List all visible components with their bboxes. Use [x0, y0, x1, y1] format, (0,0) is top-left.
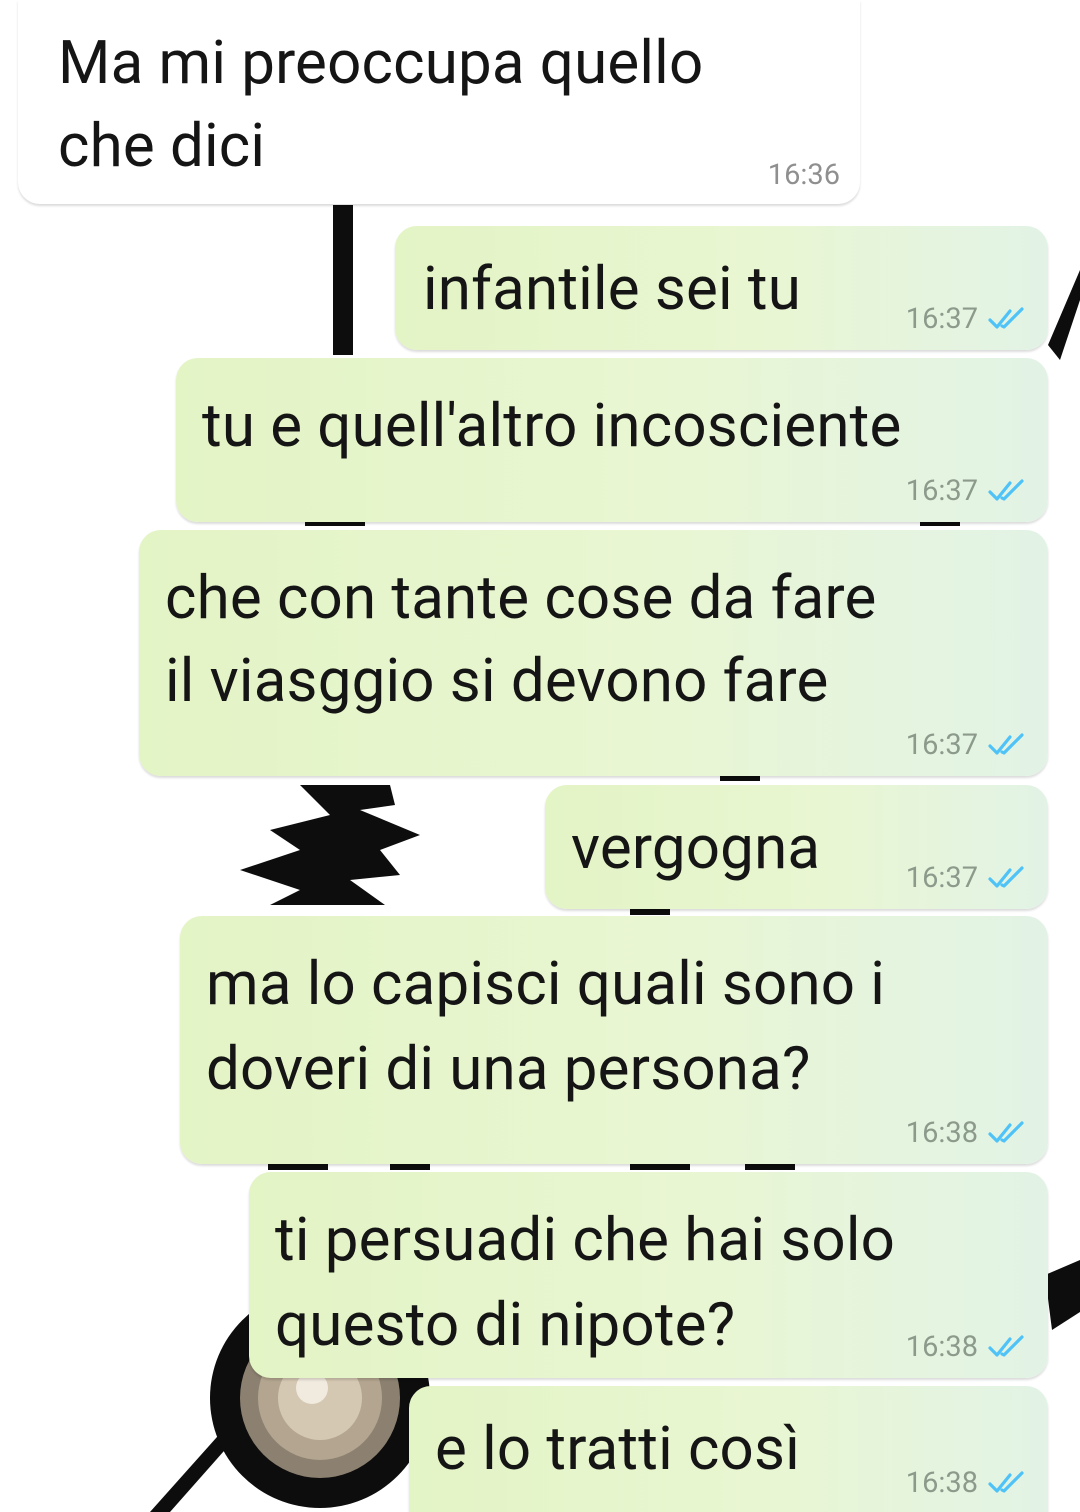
message-text-line: il viasggio si devono fare	[165, 645, 829, 716]
message-meta: 16:38	[906, 1468, 1028, 1498]
message-bubble-outgoing[interactable]: che con tante cose da fare il viasggio s…	[139, 530, 1048, 776]
message-text-line: ti persuadi che hai solo	[275, 1204, 896, 1275]
message-bubble-outgoing[interactable]: vergogna 16:37	[545, 785, 1048, 909]
message-time: 16:37	[905, 302, 978, 336]
message-bubble-outgoing[interactable]: ma lo capisci quali sono i doveri di una…	[180, 916, 1048, 1164]
message-meta: 16:36	[768, 160, 840, 190]
wallpaper-vertical-bar	[333, 205, 353, 355]
message-text-line: tu e quell'altro incosciente	[202, 390, 902, 461]
double-check-icon	[988, 307, 1024, 329]
message-time: 16:38	[905, 1330, 978, 1364]
message-text-line: questo di nipote?	[275, 1289, 736, 1360]
message-time: 16:38	[905, 1116, 978, 1150]
message-bubble-incoming[interactable]: Ma mi preoccupa quello che dici 16:36	[18, 0, 860, 204]
message-text-line: ma lo capisci quali sono i	[206, 948, 886, 1019]
message-text-line: doveri di una persona?	[206, 1033, 811, 1104]
double-check-icon	[988, 866, 1024, 888]
message-text-line: vergogna	[571, 812, 821, 883]
message-meta: 16:37	[906, 863, 1028, 893]
message-time: 16:37	[905, 474, 978, 508]
message-bubble-outgoing[interactable]: e lo tratti così 16:38	[409, 1386, 1048, 1512]
message-text-line: che con tante cose da fare	[165, 562, 877, 633]
message-text-line: infantile sei tu	[423, 253, 802, 324]
wallpaper-clock-hand	[1048, 270, 1080, 360]
double-check-icon	[988, 1471, 1024, 1493]
message-bubble-outgoing[interactable]: ti persuadi che hai solo questo di nipot…	[249, 1172, 1048, 1378]
message-time: 16:37	[905, 728, 978, 762]
message-time: 16:38	[905, 1466, 978, 1500]
message-text-line: e lo tratti così	[435, 1413, 801, 1484]
wallpaper-ornament	[240, 785, 420, 905]
double-check-icon	[988, 1121, 1024, 1143]
wallpaper-clock-hand	[1045, 1260, 1080, 1330]
message-meta: 16:38	[906, 1332, 1028, 1362]
message-meta: 16:37	[906, 476, 1028, 506]
message-bubble-outgoing[interactable]: infantile sei tu 16:37	[395, 226, 1048, 350]
double-check-icon	[988, 733, 1024, 755]
message-bubble-outgoing[interactable]: tu e quell'altro incosciente 16:37	[176, 358, 1048, 522]
message-time: 16:36	[767, 158, 840, 192]
message-text-line: Ma mi preoccupa quello	[58, 27, 704, 98]
double-check-icon	[988, 1335, 1024, 1357]
message-meta: 16:37	[906, 730, 1028, 760]
double-check-icon	[988, 479, 1024, 501]
message-meta: 16:38	[906, 1118, 1028, 1148]
message-meta: 16:37	[906, 304, 1028, 334]
message-text-line: che dici	[58, 110, 266, 181]
message-time: 16:37	[905, 861, 978, 895]
